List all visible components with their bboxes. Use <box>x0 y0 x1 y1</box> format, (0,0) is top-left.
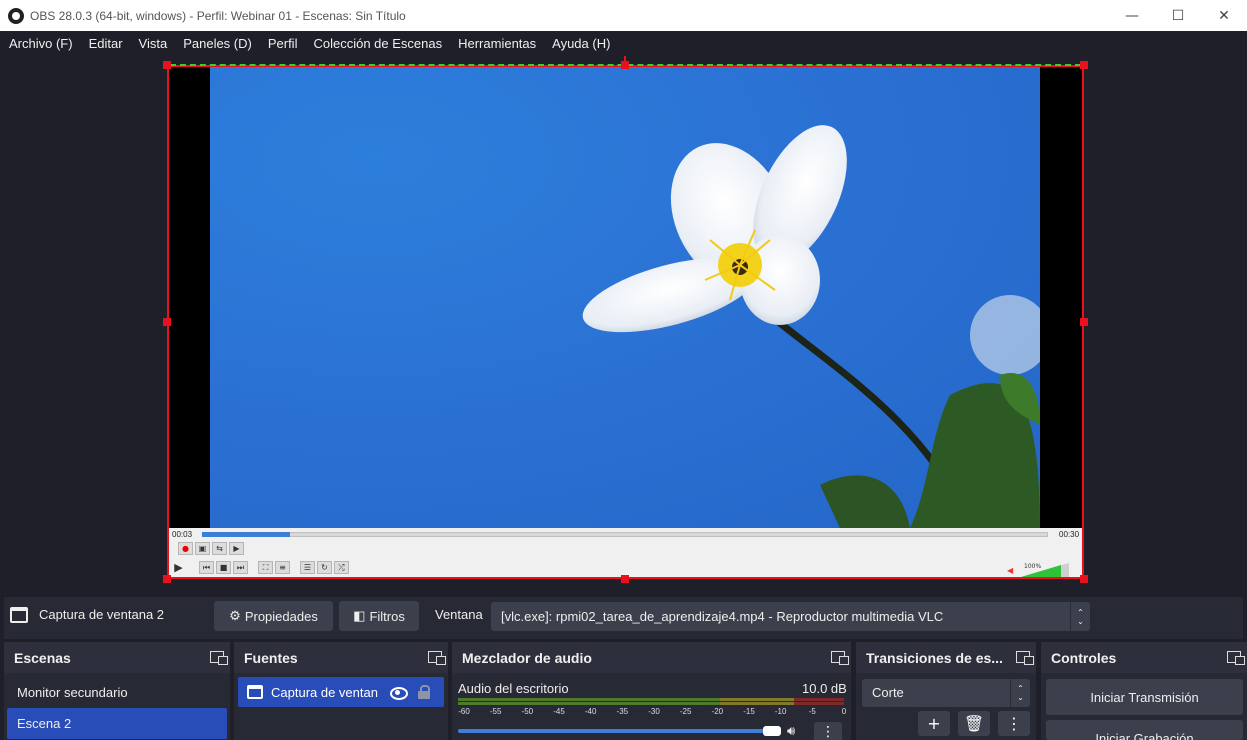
window-capture-icon <box>247 685 263 699</box>
meter-tick-label: -5 <box>808 707 816 716</box>
filters-label: Filtros <box>369 608 405 624</box>
lock-icon[interactable] <box>418 685 430 699</box>
transitions-title: Transiciones de es... <box>866 649 1003 666</box>
meter-tick-label: -10 <box>774 707 787 716</box>
mixer-menu-button[interactable]: ⋮ <box>814 722 842 740</box>
transition-menu-button[interactable]: ⋮ <box>998 711 1030 736</box>
properties-button[interactable]: ⚙ Propiedades <box>214 601 333 631</box>
mixer-channel-name: Audio del escritorio <box>458 681 569 696</box>
meter-tick-label: -35 <box>616 707 629 716</box>
resize-handle-bl[interactable] <box>163 575 171 583</box>
scene-item-escena-2[interactable]: Escena 2 <box>7 708 227 739</box>
menu-ayuda[interactable]: Ayuda (H) <box>544 31 618 57</box>
undock-icon[interactable] <box>831 651 849 665</box>
scene-item-monitor-secundario[interactable]: Monitor secundario <box>7 677 227 708</box>
window-field-label: Ventana <box>435 607 483 622</box>
gear-icon: ⚙ <box>229 608 241 623</box>
meter-tick-label: -55 <box>489 707 502 716</box>
start-recording-button[interactable]: Iniciar Grabación <box>1046 720 1243 740</box>
menu-archivo[interactable]: Archivo (F) <box>0 31 81 57</box>
properties-label: Propiedades <box>244 608 318 624</box>
close-button[interactable]: ✕ <box>1201 0 1247 31</box>
meter-tick-label: -20 <box>711 707 724 716</box>
select-arrows-icon: ⌃ ⌄ <box>1010 679 1030 707</box>
meter-tick-label: -60 <box>458 707 470 716</box>
meter-tick-labels: -60 -55 -50 -45 -40 -35 -30 -25 -20 -15 -10 -5 0 <box>458 707 848 719</box>
volume-meter <box>458 698 844 705</box>
undock-icon[interactable] <box>1016 651 1034 665</box>
undock-icon[interactable] <box>1227 651 1245 665</box>
meter-tick-label: -50 <box>521 707 534 716</box>
menu-herramientas[interactable]: Herramientas <box>450 31 544 57</box>
rotation-handle[interactable] <box>624 56 626 65</box>
meter-tick-label: 0 <box>841 707 847 716</box>
menu-bar: Archivo (F) Editar Vista Paneles (D) Per… <box>0 31 1247 57</box>
delete-transition-button[interactable]: 🗑︎ <box>958 711 990 736</box>
mixer-header: Mezclador de audio <box>452 642 851 673</box>
meter-tick-label: -40 <box>584 707 597 716</box>
transitions-header: Transiciones de es... <box>856 642 1036 673</box>
window-select-value: [vlc.exe]: rpmi02_tarea_de_aprendizaje4.… <box>501 609 944 624</box>
visibility-eye-icon[interactable] <box>390 686 408 700</box>
undock-icon[interactable] <box>428 651 446 665</box>
window-titlebar: OBS 28.0.3 (64-bit, windows) - Perfil: W… <box>0 0 1247 31</box>
source-item-name: Captura de ventan <box>271 684 378 700</box>
meter-tick-label: -45 <box>553 707 565 716</box>
menu-editar[interactable]: Editar <box>81 31 131 57</box>
obs-logo-icon <box>8 7 24 24</box>
undock-icon[interactable] <box>210 651 228 665</box>
transition-selected: Corte <box>872 685 904 700</box>
resize-handle-b[interactable] <box>621 575 629 583</box>
resize-handle-tr[interactable] <box>1080 61 1088 69</box>
window-select[interactable]: [vlc.exe]: rpmi02_tarea_de_aprendizaje4.… <box>491 602 1090 631</box>
filter-icon: ◧ <box>353 608 366 623</box>
mixer-title: Mezclador de audio <box>462 649 592 666</box>
scenes-title: Escenas <box>14 649 71 666</box>
resize-handle-br[interactable] <box>1080 575 1088 583</box>
speaker-icon[interactable]: 🔊︎ <box>787 724 805 740</box>
meter-tick-label: -30 <box>648 707 660 716</box>
menu-coleccion-escenas[interactable]: Colección de Escenas <box>305 31 450 57</box>
select-arrows-icon: ⌃ ⌄ <box>1070 602 1090 631</box>
transition-select[interactable]: Corte ⌃ ⌄ <box>862 679 1030 707</box>
menu-paneles[interactable]: Paneles (D) <box>175 31 260 57</box>
window-title: OBS 28.0.3 (64-bit, windows) - Perfil: W… <box>30 8 406 23</box>
meter-tick-label: -25 <box>679 707 692 716</box>
meter-tick-label: -15 <box>743 707 755 716</box>
start-streaming-button[interactable]: Iniciar Transmisión <box>1046 679 1243 715</box>
scenes-dock: Escenas Monitor secundario Escena 2 <box>4 642 230 740</box>
add-transition-button[interactable]: + <box>918 711 950 736</box>
window-controls: — ☐ ✕ <box>1109 0 1247 31</box>
resize-handle-l[interactable] <box>163 318 171 326</box>
sources-header: Fuentes <box>234 642 448 673</box>
mixer-channel-db: 10.0 dB <box>802 681 847 696</box>
volume-slider-knob[interactable] <box>763 726 781 736</box>
source-selection-border[interactable] <box>167 65 1084 579</box>
menu-perfil[interactable]: Perfil <box>260 31 306 57</box>
menu-vista[interactable]: Vista <box>131 31 176 57</box>
volume-slider-track[interactable] <box>458 729 780 733</box>
minimize-button[interactable]: — <box>1109 0 1155 31</box>
filters-button[interactable]: ◧ Filtros <box>339 601 419 631</box>
source-item-window-capture[interactable]: Captura de ventan <box>238 677 444 707</box>
sources-title: Fuentes <box>244 649 298 666</box>
scenes-header: Escenas <box>4 642 230 673</box>
controls-header: Controles <box>1041 642 1247 673</box>
window-capture-icon <box>10 607 28 623</box>
context-source-name: Captura de ventana 2 <box>39 607 165 622</box>
maximize-button[interactable]: ☐ <box>1155 0 1201 31</box>
resize-handle-r[interactable] <box>1080 318 1088 326</box>
controls-title: Controles <box>1051 649 1117 666</box>
resize-handle-tl[interactable] <box>163 61 171 69</box>
